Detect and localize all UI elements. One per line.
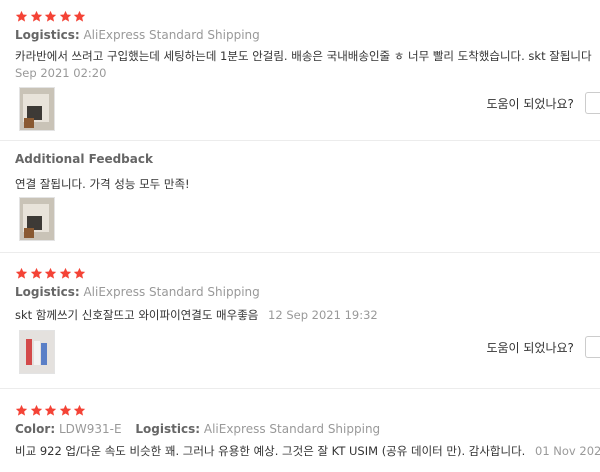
review-photo-thumbnail[interactable]	[19, 197, 55, 241]
star-icon	[73, 10, 86, 23]
color-value: LDW931-E	[58, 422, 122, 436]
star-icon	[73, 404, 86, 417]
review-date: 12 Sep 2021 19:32	[268, 308, 378, 322]
review-photo-thumbnail[interactable]	[19, 87, 55, 131]
review-text: 비교 922 업/다운 속도 비슷한 꽤. 그러나 유용한 예상. 그것은 잘 …	[15, 444, 526, 458]
star-rating	[15, 265, 88, 279]
additional-feedback-text: 연결 잘됩니다. 가격 성능 모두 만족!	[15, 177, 190, 191]
divider	[0, 140, 600, 141]
helpful-prompt: 도움이 되었나요?	[486, 92, 600, 114]
logistics-value: AliExpress Standard Shipping	[203, 422, 381, 436]
review-photo-thumbnail[interactable]	[19, 330, 55, 374]
logistics-label: Logistics:	[15, 285, 80, 299]
helpful-prompt: 도움이 되었나요?	[486, 336, 600, 358]
review-date: Sep 2021 02:20	[15, 66, 107, 80]
color-label: Color:	[15, 422, 56, 436]
review-text-line: skt 함께쓰기 신호잘뜨고 와이파이연결도 매우좋음 12 Sep 2021 …	[15, 307, 378, 323]
review-text-line: 비교 922 업/다운 속도 비슷한 꽤. 그러나 유용한 예상. 그것은 잘 …	[15, 443, 600, 459]
divider	[0, 388, 600, 389]
helpful-question: 도움이 되었나요?	[486, 96, 574, 111]
star-icon	[44, 10, 57, 23]
star-icon	[59, 10, 72, 23]
star-icon	[59, 267, 72, 280]
logistics-label: Logistics:	[135, 422, 201, 436]
star-icon	[30, 267, 43, 280]
star-icon	[73, 267, 86, 280]
logistics-info: Logistics: AliExpress Standard Shipping	[15, 28, 260, 42]
divider	[0, 252, 600, 253]
helpful-yes-button[interactable]	[585, 336, 600, 358]
review-text: skt 함께쓰기 신호잘뜨고 와이파이연결도 매우좋음	[15, 308, 259, 322]
star-icon	[59, 404, 72, 417]
star-icon	[44, 404, 57, 417]
star-icon	[30, 404, 43, 417]
helpful-question: 도움이 되었나요?	[486, 340, 574, 355]
logistics-value: AliExpress Standard Shipping	[83, 28, 260, 42]
star-icon	[15, 10, 28, 23]
additional-feedback-title: Additional Feedback	[15, 152, 153, 166]
logistics-value: AliExpress Standard Shipping	[83, 285, 260, 299]
star-icon	[30, 10, 43, 23]
product-info: Color: LDW931-E Logistics: AliExpress St…	[15, 422, 380, 436]
review-date: 01 Nov 2021 17	[535, 444, 600, 458]
logistics-label: Logistics:	[15, 28, 80, 42]
star-rating	[15, 8, 88, 22]
review-text: 카라반에서 쓰려고 구입했는데 세팅하는데 1분도 안걸림. 배송은 국내배송인…	[15, 49, 592, 63]
logistics-info: Logistics: AliExpress Standard Shipping	[15, 285, 260, 299]
star-icon	[15, 404, 28, 417]
star-icon	[44, 267, 57, 280]
star-icon	[15, 267, 28, 280]
star-rating	[15, 402, 88, 416]
helpful-yes-button[interactable]	[585, 92, 600, 114]
